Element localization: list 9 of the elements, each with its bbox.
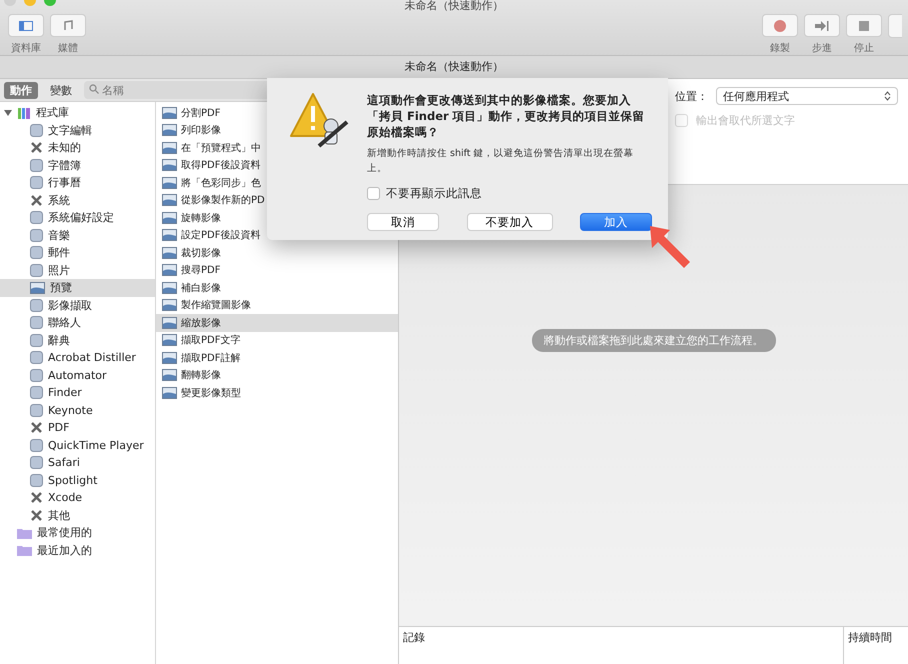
window-title: 未命名（快速動作） [404, 0, 504, 12]
checkbox-label: 輸出會取代所選文字 [696, 113, 795, 128]
alert-info: 新增動作時請按住 shift 鍵，以避免這份警告清單出現在螢幕上。 [367, 147, 635, 176]
column-header: 持續時間 [843, 627, 908, 664]
checkbox-label: 不要再顯示此訊息 [386, 186, 482, 201]
column-header: 記錄 [402, 630, 426, 646]
document-title: 未命名（快速動作） [404, 60, 504, 73]
drop-hint: 將動作或檔案拖到此處來建立您的工作流程。 [532, 329, 776, 352]
location-label: 位置： [675, 88, 708, 104]
